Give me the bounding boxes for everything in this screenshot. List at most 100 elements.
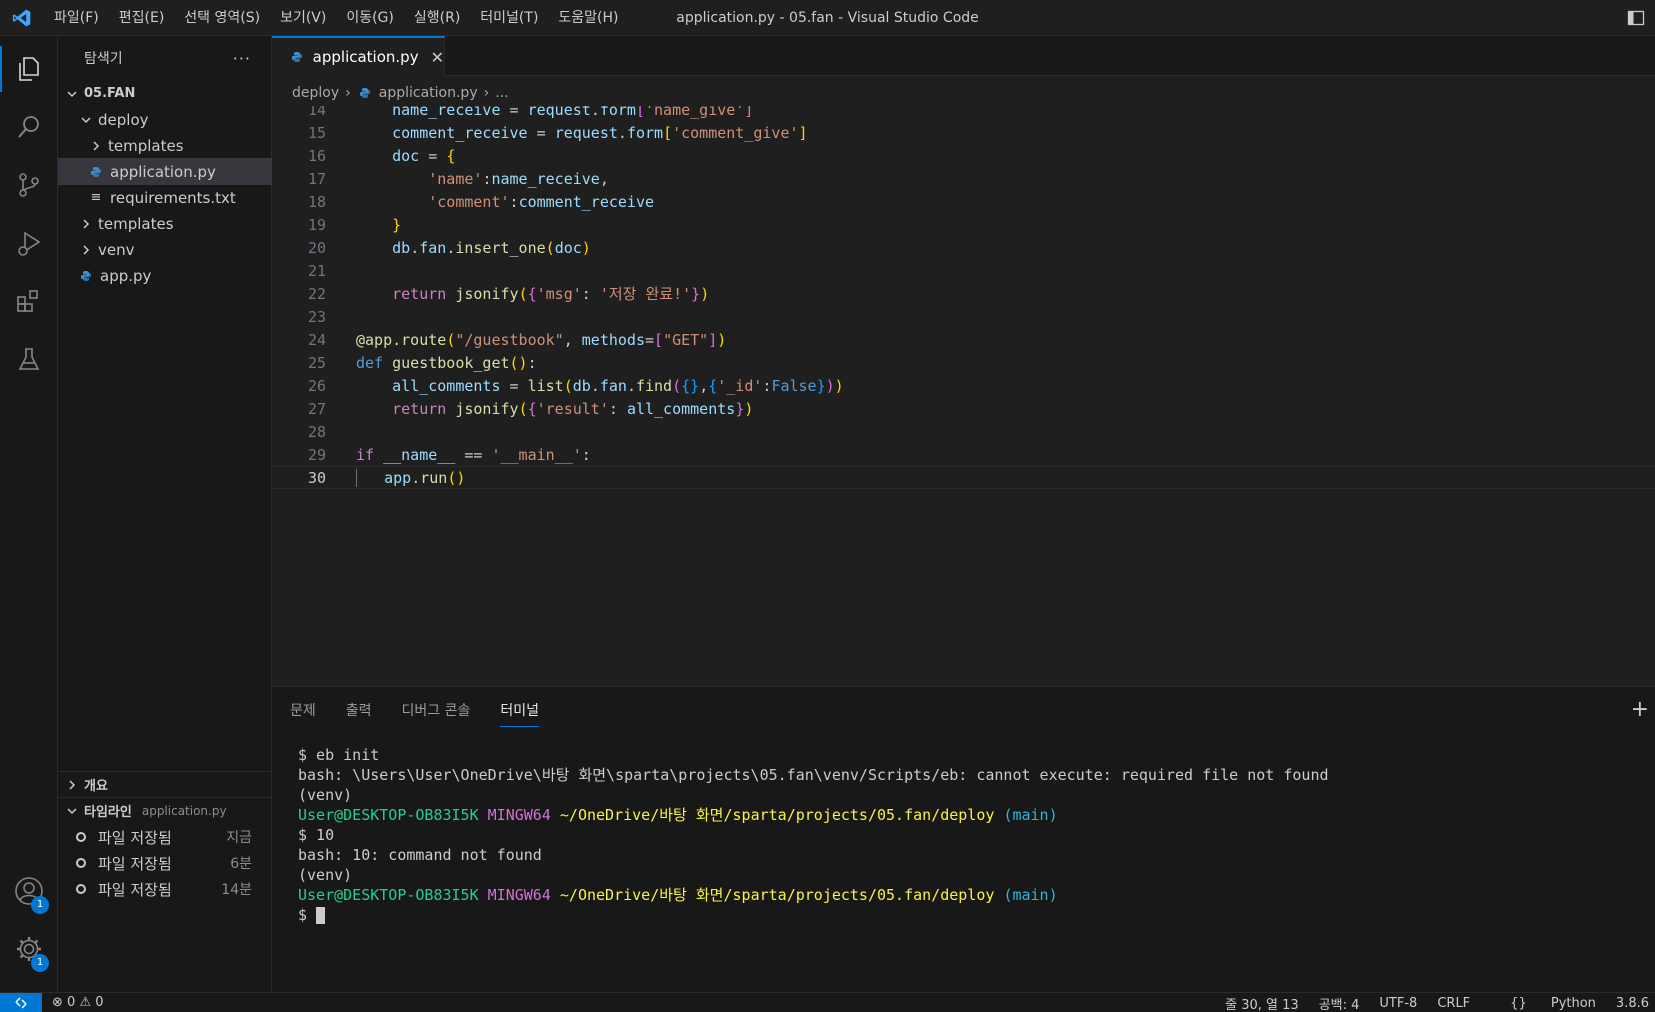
code-text: all_comments = list(db.fan.find({},{'_id…	[392, 376, 844, 395]
chevron-right-icon: ›	[483, 85, 490, 101]
terminal-line: bash: 10: command not found	[298, 846, 542, 864]
code-text: return jsonify({'msg': '저장 완료!'})	[392, 285, 710, 303]
terminal-input-line[interactable]: $	[298, 905, 1329, 925]
close-icon[interactable]: ✕	[431, 48, 444, 67]
python-file-icon	[357, 87, 373, 99]
accounts-icon[interactable]: 1	[0, 862, 58, 920]
circle-icon	[76, 832, 86, 842]
timeline-item-time: 지금	[226, 830, 252, 846]
tree-item-deploy[interactable]: deploy	[58, 106, 272, 133]
python-version[interactable]: 3.8.6	[1616, 996, 1649, 1011]
breadcrumb-folder[interactable]: deploy	[292, 85, 339, 101]
line-number: 20	[307, 238, 326, 257]
line-number: 23	[307, 307, 326, 326]
timeline-item[interactable]: 파일 저장됨 6분	[58, 850, 272, 876]
braces-icon: {}	[1510, 995, 1527, 1011]
explorer-icon[interactable]	[0, 40, 58, 98]
end-of-line[interactable]: CRLF	[1437, 996, 1470, 1011]
title-bar: 파일(F) 편집(E) 선택 영역(S) 보기(V) 이동(G) 실행(R) 터…	[0, 0, 1655, 36]
tree-item-requirements[interactable]: ≡ requirements.txt	[58, 184, 272, 211]
line-number: 27	[307, 399, 326, 418]
code-text: 'name':name_receive,	[428, 169, 609, 188]
cursor-position[interactable]: 줄 30, 열 13	[1225, 994, 1299, 1012]
outline-section[interactable]: 개요	[58, 771, 272, 797]
tree-item-venv[interactable]: venv	[58, 236, 272, 263]
menu-help[interactable]: 도움말(H)	[548, 0, 628, 36]
tree-item-label: venv	[98, 240, 135, 259]
code-line: 17 'name':name_receive,	[272, 167, 1655, 190]
code-line: 18 'comment':comment_receive	[272, 190, 1655, 213]
tree-item-application-py[interactable]: application.py	[58, 158, 272, 185]
extensions-icon[interactable]	[0, 272, 58, 330]
tab-terminal[interactable]: 터미널	[500, 697, 540, 727]
prompt-branch: (main)	[1003, 886, 1058, 904]
menu-file[interactable]: 파일(F)	[44, 0, 109, 36]
line-number: 29	[307, 445, 326, 464]
explorer-sidebar: 탐색기 ··· 05.FAN deploy templates applicat…	[58, 36, 272, 992]
indentation[interactable]: 공백: 4	[1319, 994, 1360, 1012]
tab-problems[interactable]: 문제	[290, 697, 316, 727]
breadcrumb-symbol[interactable]: ...	[495, 85, 508, 101]
new-terminal-plus-icon[interactable]: +	[1631, 697, 1649, 722]
problems-indicator[interactable]: ⊗ 0 ⚠ 0	[52, 995, 104, 1010]
terminal-output[interactable]: $ eb init bash: \Users\User\OneDrive\바탕 …	[298, 745, 1329, 925]
python-file-icon	[290, 51, 305, 63]
timeline-item[interactable]: 파일 저장됨 지금	[58, 824, 272, 850]
breadcrumb-file[interactable]: application.py	[379, 85, 478, 101]
breadcrumb: deploy › application.py › ...	[272, 80, 1655, 106]
code-line: 29 if __name__ == '__main__':	[272, 443, 1655, 466]
language-mode[interactable]: {} Python	[1490, 996, 1596, 1011]
code-text: }	[392, 215, 402, 234]
code-line: 15 comment_receive = request.form['comme…	[272, 121, 1655, 144]
code-line: 20 db.fan.insert_one(doc)	[272, 236, 1655, 259]
line-number: 25	[307, 353, 326, 372]
menu-selection[interactable]: 선택 영역(S)	[174, 0, 270, 36]
menu-terminal[interactable]: 터미널(T)	[470, 0, 548, 36]
toggle-panel-icon[interactable]	[1627, 9, 1645, 27]
tree-item-app-py[interactable]: app.py	[58, 262, 272, 289]
tree-item-templates-inner[interactable]: templates	[58, 132, 272, 159]
menu-go[interactable]: 이동(G)	[336, 0, 404, 36]
workspace-root[interactable]: 05.FAN	[58, 80, 272, 107]
prompt-user: User@DESKTOP-OB83I5K	[298, 886, 479, 904]
tree-item-templates[interactable]: templates	[58, 210, 272, 237]
code-text: def guestbook_get():	[356, 353, 537, 372]
line-number: 22	[307, 284, 326, 303]
line-number: 19	[307, 215, 326, 234]
timeline-section[interactable]: 타임라인 application.py	[58, 797, 272, 823]
testing-icon[interactable]	[0, 330, 58, 388]
prompt-host: MINGW64	[487, 886, 551, 904]
code-text: doc = {	[392, 146, 456, 165]
code-editor[interactable]: 14 name_receive = request.form['name_giv…	[272, 106, 1655, 686]
code-text: @app.route("/guestbook", methods=["GET"]…	[356, 330, 727, 349]
line-number: 14	[307, 106, 326, 119]
tab-application-py[interactable]: application.py ✕	[272, 36, 445, 76]
source-control-icon[interactable]	[0, 156, 58, 214]
settings-gear-icon[interactable]: 1	[0, 920, 58, 978]
prompt-path: ~/OneDrive/바탕 화면/sparta/projects/05.fan/…	[559, 886, 995, 904]
panel-tabs: 문제 출력 디버그 콘솔 터미널	[290, 697, 569, 727]
menu-view[interactable]: 보기(V)	[270, 0, 336, 36]
remote-icon[interactable]	[0, 992, 42, 1012]
timeline-item[interactable]: 파일 저장됨 14분	[58, 876, 272, 902]
code-line: 22 return jsonify({'msg': '저장 완료!'})	[272, 282, 1655, 305]
explorer-title: 탐색기	[84, 51, 123, 67]
tab-debug-console[interactable]: 디버그 콘솔	[402, 697, 471, 727]
chevron-right-icon	[88, 140, 104, 152]
menu-run[interactable]: 실행(R)	[404, 0, 470, 36]
code-line: 27 return jsonify({'result': all_comment…	[272, 397, 1655, 420]
search-icon[interactable]	[0, 98, 58, 156]
run-debug-icon[interactable]	[0, 214, 58, 272]
line-number: 15	[307, 123, 326, 142]
status-right: 줄 30, 열 13 공백: 4 UTF-8 CRLF {} Python 3.…	[1205, 993, 1649, 1012]
encoding[interactable]: UTF-8	[1379, 996, 1417, 1011]
tab-output[interactable]: 출력	[346, 697, 372, 727]
chevron-right-icon	[78, 218, 94, 230]
more-actions-icon[interactable]: ···	[233, 49, 251, 68]
prompt-branch: (main)	[1003, 806, 1058, 824]
code-line: 23	[272, 305, 1655, 328]
text-file-icon: ≡	[90, 190, 102, 205]
error-icon: ⊗	[52, 995, 63, 1010]
timeline-file: application.py	[141, 803, 227, 818]
menu-edit[interactable]: 편집(E)	[109, 0, 175, 36]
